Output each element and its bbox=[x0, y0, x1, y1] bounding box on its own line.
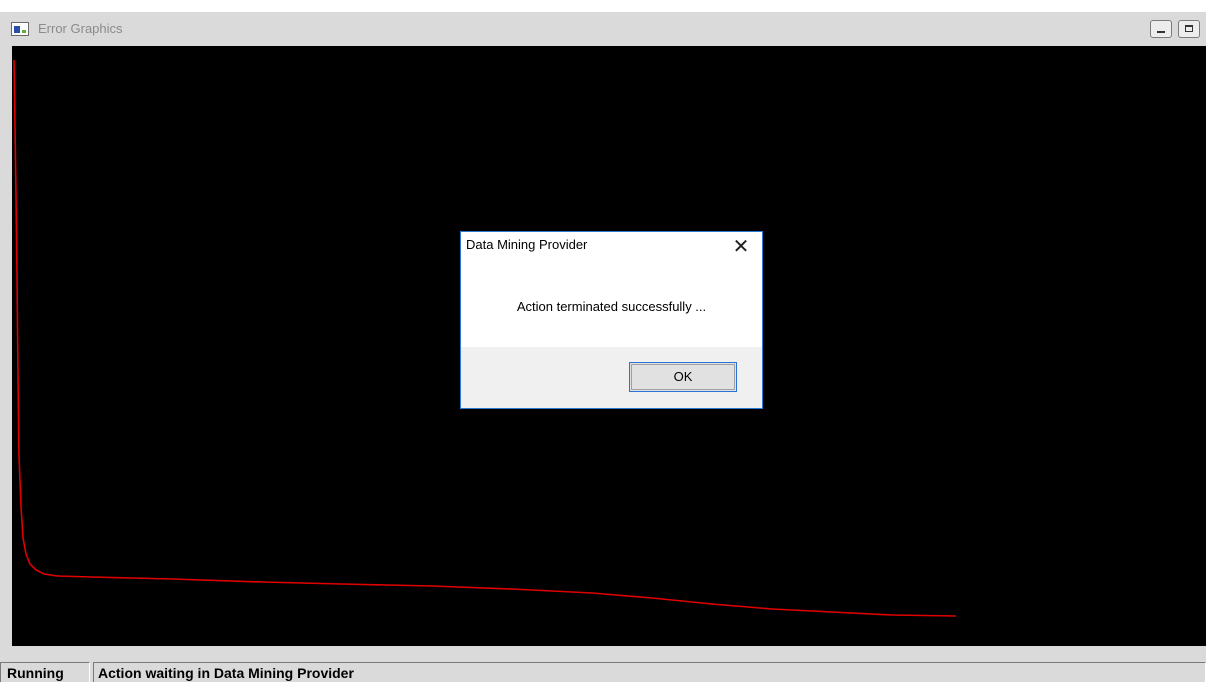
close-icon[interactable]: ✕ bbox=[726, 233, 756, 261]
status-bar: Running Action waiting in Data Mining Pr… bbox=[0, 652, 1206, 682]
window-title: Error Graphics bbox=[38, 21, 123, 36]
minimize-button[interactable] bbox=[1150, 20, 1172, 38]
dialog-footer: OK bbox=[461, 347, 762, 408]
app-icon[interactable] bbox=[11, 22, 29, 36]
minimize-icon bbox=[1157, 31, 1165, 33]
dialog-title: Data Mining Provider bbox=[466, 237, 588, 252]
ok-button[interactable]: OK bbox=[629, 362, 737, 392]
maximize-icon bbox=[1185, 25, 1193, 32]
message-dialog: Data Mining Provider ✕ Action terminated… bbox=[460, 231, 763, 409]
status-message: Action waiting in Data Mining Provider bbox=[93, 662, 1206, 682]
maximize-button[interactable] bbox=[1178, 20, 1200, 38]
window-titlebar[interactable]: Error Graphics bbox=[0, 12, 1206, 46]
dialog-message: Action terminated successfully ... bbox=[516, 299, 707, 314]
status-state: Running bbox=[0, 662, 90, 682]
